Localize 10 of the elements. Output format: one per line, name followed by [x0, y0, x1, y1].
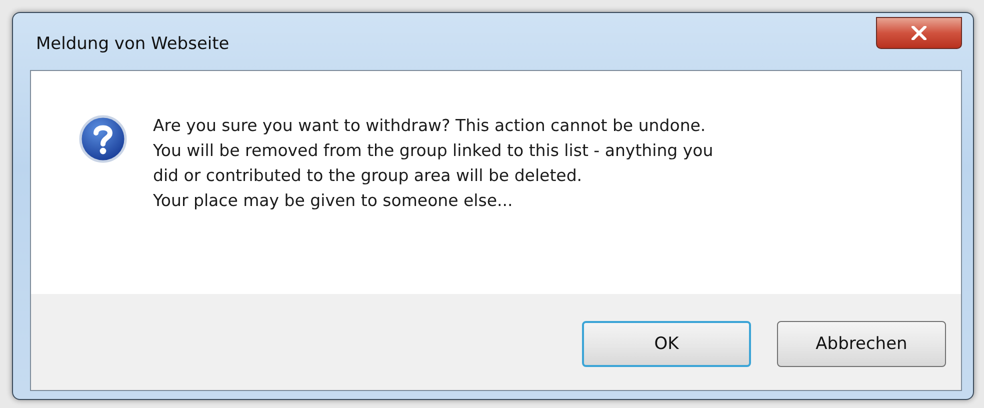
message-line: Your place may be given to someone else... — [153, 190, 514, 212]
close-button[interactable] — [876, 17, 962, 49]
question-icon — [79, 115, 127, 163]
dialog-button[interactable]: Abbrechen — [777, 321, 946, 367]
message-line: Are you sure you want to withdraw? This action cannot be undone. — [153, 115, 707, 137]
close-icon — [911, 26, 927, 40]
window-title: Meldung von Webseite — [36, 34, 230, 54]
dialog-button[interactable]: OK — [582, 321, 751, 367]
message-line: did or contributed to the group area will be deleted. — [153, 165, 584, 187]
message-line: You will be removed from the group linked to this list - anything you — [153, 140, 714, 162]
